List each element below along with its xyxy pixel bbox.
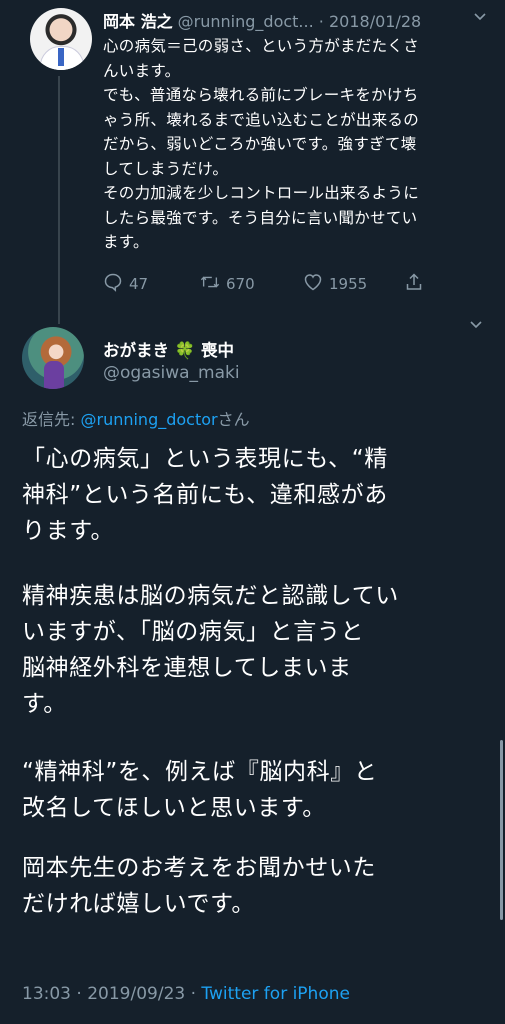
name-suffix: 喪中 <box>201 341 235 360</box>
text-line: ります。 <box>22 518 115 544</box>
text-line: したら最強です。そう自分に言い聞かせてい <box>103 208 418 227</box>
text-line: 「心の病気」という表現にも、“精 <box>22 446 388 472</box>
tweet-date[interactable]: 2018/01/28 <box>329 12 421 31</box>
author-name[interactable]: 岡本 浩之 <box>103 12 173 31</box>
tweet-paragraph: 「心の病気」という表現にも、“精 神科”という名前にも、違和感があ ります。 <box>22 441 492 549</box>
avatar[interactable] <box>22 327 84 389</box>
tweet-paragraph: “精神科”を、例えば『脳内科』と 改名してほしいと思います。 <box>22 754 492 826</box>
text-line: 脳神経外科を連想してしまいま <box>22 655 352 681</box>
text-line: その力加減を少しコントロール出来るように <box>103 184 420 202</box>
chevron-down-icon[interactable] <box>472 8 488 28</box>
dot-separator: · <box>190 984 197 1004</box>
author-name[interactable]: おがまき 🍀 喪中 <box>103 337 234 361</box>
reply-to-suffix: さん <box>217 410 250 429</box>
text-line: だから、弱いどころか強いです。強すぎて壊 <box>103 135 417 153</box>
parent-tweet-header: 岡本 浩之 @running_doct... · 2018/01/28 <box>103 8 421 32</box>
tweet-paragraph: 岡本先生のお考えをお聞かせいた だければ嬉しいです。 <box>22 850 492 922</box>
retweet-icon <box>200 272 220 296</box>
source-link[interactable]: Twitter for iPhone <box>201 984 350 1004</box>
text-line: でも、普通なら壊れる前にブレーキをかけち <box>103 86 419 104</box>
text-line: いますが、「脳の病気」と言うと <box>22 619 365 645</box>
reply-count: 47 <box>129 275 149 293</box>
clover-icon: 🍀 <box>174 341 196 360</box>
share-button[interactable] <box>404 272 424 296</box>
thread-line <box>58 76 60 324</box>
retweet-button[interactable]: 670 <box>200 272 255 296</box>
reply-to-handle-link[interactable]: @running_doctor <box>80 410 217 429</box>
text-line: してしまうだけ。 <box>103 159 229 178</box>
text-line: 岡本先生のお考えをお聞かせいた <box>22 855 376 881</box>
reply-to-line: 返信先: @running_doctorさん <box>22 406 250 430</box>
heart-icon <box>303 272 323 296</box>
retweet-count: 670 <box>226 275 255 293</box>
like-button[interactable]: 1955 <box>303 272 367 296</box>
reply-button[interactable]: 47 <box>103 272 148 296</box>
tweet-date: 2019/09/23 <box>87 984 186 1004</box>
author-handle[interactable]: @ogasiwa_maki <box>103 363 240 383</box>
text-line: “精神科”を、例えば『脳内科』と <box>22 759 378 785</box>
text-line: 改名してほしいと思います。 <box>22 795 326 821</box>
reply-to-label: 返信先: <box>22 410 81 429</box>
text-line: だければ嬉しいです。 <box>22 891 256 917</box>
like-count: 1955 <box>329 275 368 293</box>
parent-tweet-text: 心の病気＝己の弱さ、という方がまだたくさ んいます。 でも、普通なら壊れる前にブ… <box>103 34 488 255</box>
tweet-time: 13:03 <box>22 984 71 1004</box>
text-line: 精神疾患は脳の病気だと認識してい <box>22 583 399 609</box>
author-handle[interactable]: @running_doct... <box>178 12 314 31</box>
scrollbar[interactable] <box>500 740 503 920</box>
chevron-down-icon[interactable] <box>468 316 484 336</box>
text-line: んいます。 <box>103 61 181 80</box>
text-line: ます。 <box>103 233 149 251</box>
dot-separator: · <box>318 12 324 31</box>
tweet-paragraph: 精神疾患は脳の病気だと認識してい いますが、「脳の病気」と言うと 脳神経外科を連… <box>22 578 492 722</box>
share-icon <box>404 272 424 296</box>
dot-separator: · <box>76 984 82 1004</box>
text-line: ゃう所、壊れるまで追い込むことが出来るの <box>103 110 420 129</box>
name-text: おがまき <box>103 341 169 360</box>
comment-icon <box>103 272 123 296</box>
tweet-meta: 13:03 · 2019/09/23 · Twitter for iPhone <box>22 984 350 1004</box>
avatar[interactable] <box>30 8 92 70</box>
text-line: 神科”という名前にも、違和感があ <box>22 482 388 508</box>
text-line: 心の病気＝己の弱さ、という方がまだたくさ <box>103 37 420 55</box>
text-line: す。 <box>22 691 67 717</box>
